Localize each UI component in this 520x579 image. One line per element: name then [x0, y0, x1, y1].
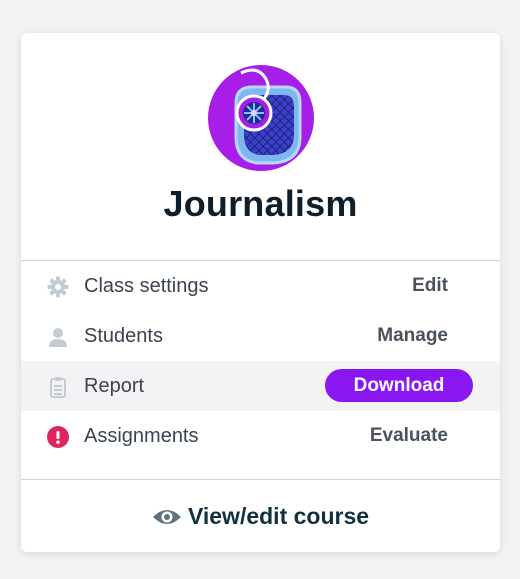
- download-button[interactable]: Download: [325, 369, 473, 402]
- clipboard-icon: [47, 376, 69, 398]
- row-assignments: Assignments Evaluate: [21, 411, 500, 461]
- person-icon: [47, 326, 69, 348]
- course-menu: Class settings Edit Students Manage Repo…: [21, 261, 500, 461]
- view-edit-course-label: View/edit course: [187, 503, 370, 529]
- edit-button[interactable]: Edit: [412, 275, 448, 297]
- course-title: Journalism: [163, 183, 358, 224]
- row-class-settings: Class settings Edit: [21, 261, 500, 311]
- course-card: Journalism Class settings Edit Students …: [21, 33, 500, 552]
- course-logo-icon: [208, 65, 314, 171]
- alert-icon: [47, 426, 69, 448]
- view-edit-course-button[interactable]: View/edit course: [21, 479, 500, 552]
- row-label: Assignments: [84, 424, 199, 447]
- row-report: Report Download: [21, 361, 500, 411]
- manage-button[interactable]: Manage: [377, 325, 448, 347]
- row-students: Students Manage: [21, 311, 500, 361]
- row-label: Students: [84, 324, 163, 347]
- row-label: Class settings: [84, 274, 209, 297]
- gear-icon: [47, 276, 69, 298]
- course-header: Journalism: [21, 33, 500, 261]
- row-label: Report: [84, 374, 145, 397]
- eye-icon: [152, 509, 181, 524]
- evaluate-button[interactable]: Evaluate: [370, 425, 448, 447]
